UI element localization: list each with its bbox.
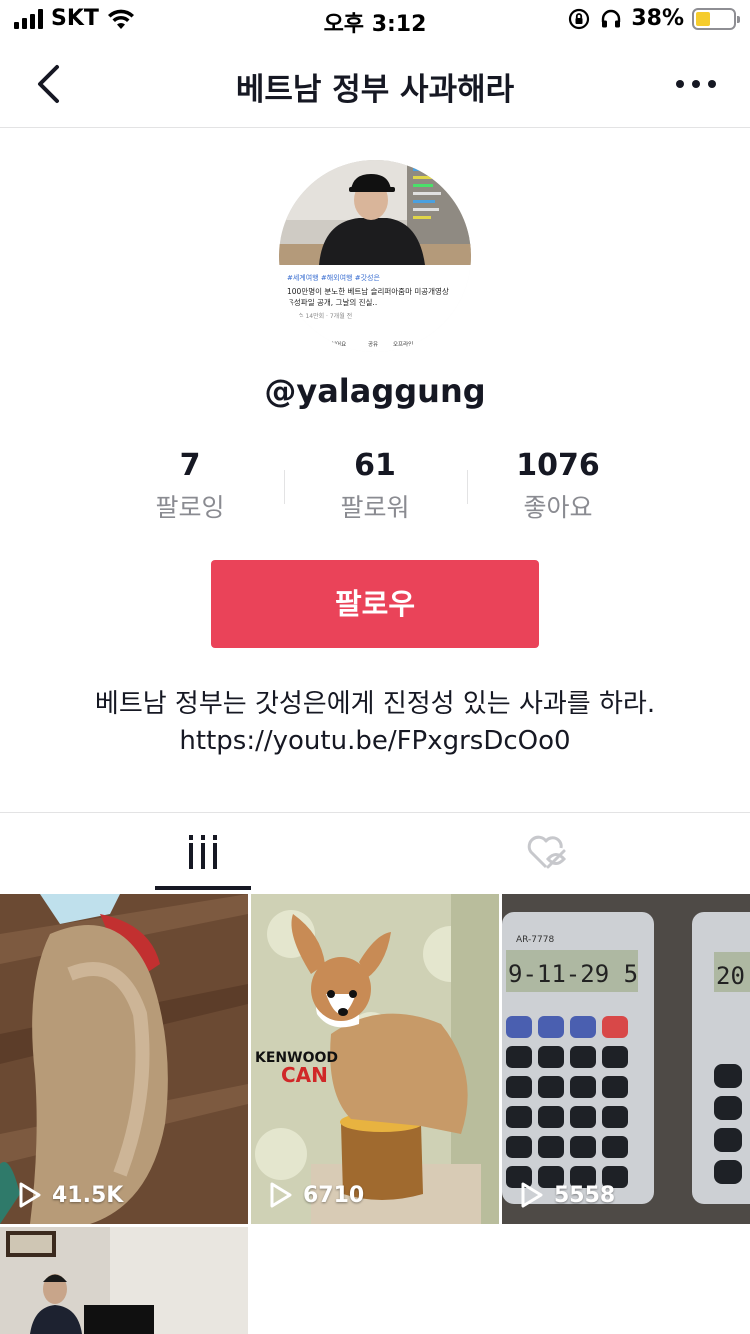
more-dot xyxy=(676,80,684,88)
avatar-action-offline: 오프라인 xyxy=(393,340,413,348)
tab-divider xyxy=(0,812,750,813)
calculator-key xyxy=(506,1076,532,1098)
view-count-label: 6710 xyxy=(303,1182,365,1208)
battery-icon xyxy=(692,7,740,30)
profile-stats: 7 팔로잉 61 팔로워 1076 좋아요 xyxy=(0,446,750,536)
video-thumbnail-image: KENWOOD CAN xyxy=(251,894,499,1224)
battery-percent: 38% xyxy=(631,6,684,31)
video-thumbnail-image xyxy=(0,1227,248,1334)
more-dot xyxy=(692,80,700,88)
video-thumbnail-image xyxy=(0,894,248,1224)
grid-videos-icon xyxy=(189,835,217,869)
video-thumbnail-2[interactable]: KENWOOD CAN 6710 xyxy=(251,894,499,1224)
stat-label: 팔로잉 xyxy=(155,493,225,522)
status-right: 38% xyxy=(567,6,740,31)
tab-videos[interactable] xyxy=(155,813,251,891)
video-thumbnail-3[interactable]: AR-7778 9-11-29 5 20 5558 xyxy=(502,894,750,1224)
avatar-action-dislike: 싫어요 xyxy=(331,340,346,348)
calculator-key xyxy=(570,1016,596,1038)
video-view-count: 5558 xyxy=(520,1182,615,1208)
calculator-key xyxy=(714,1128,742,1152)
calculator-key xyxy=(602,1076,628,1098)
avatar-caption-line2: 음성파일 공개, 그날의 진실.. xyxy=(287,297,377,307)
calculator-key xyxy=(538,1136,564,1158)
calculator-key xyxy=(602,1046,628,1068)
page-title: 베트남 정부 사과해라 xyxy=(235,72,515,108)
tab-liked[interactable] xyxy=(500,813,596,891)
calculator-key xyxy=(538,1046,564,1068)
liked-hidden-icon xyxy=(527,835,567,869)
thumbnail-overlay-text: AR-7778 xyxy=(516,935,554,945)
thumbnail-overlay-text: CAN xyxy=(281,1063,328,1087)
more-button[interactable] xyxy=(668,70,724,98)
calculator-key xyxy=(506,1046,532,1068)
stat-followers[interactable]: 61 팔로워 xyxy=(283,446,467,524)
calculator-key xyxy=(714,1096,742,1120)
calculator-key xyxy=(602,1016,628,1038)
stat-count: 1076 xyxy=(516,448,600,483)
stat-following[interactable]: 7 팔로잉 xyxy=(98,446,282,524)
avatar-image: #세계여행 #해외여행 #갓성은 100만명이 분노한 베트남 슬리퍼아줌마 미… xyxy=(279,160,471,352)
bio-text: 베트남 정부는 갓성은에게 진정성 있는 사과를 하라. xyxy=(94,689,656,719)
video-view-count: 6710 xyxy=(269,1182,364,1208)
orientation-lock-icon xyxy=(569,8,590,29)
avatar[interactable]: #세계여행 #해외여행 #갓성은 100만명이 분노한 베트남 슬리퍼아줌마 미… xyxy=(279,160,471,352)
view-count-label: 5558 xyxy=(554,1182,616,1208)
thumbnail-overlay-text: 9-11-29 5 xyxy=(508,960,638,988)
follow-button[interactable]: 팔로우 xyxy=(211,560,539,648)
battery-cap xyxy=(737,15,740,23)
video-view-count: 41.5K xyxy=(18,1182,123,1208)
play-icon xyxy=(19,1182,41,1208)
status-bar: SKT 오후 3:12 38% xyxy=(0,0,750,40)
video-thumbnail-4[interactable] xyxy=(0,1227,248,1334)
avatar-caption-line1: 100만명이 분노한 베트남 슬리퍼아줌마 미공개영상 xyxy=(287,286,449,296)
nav-bar: 베트남 정부 사과해라 xyxy=(0,40,750,128)
battery-fill xyxy=(696,11,710,26)
avatar-tags: #세계여행 #해외여행 #갓성은 xyxy=(287,273,380,282)
stat-count: 7 xyxy=(179,448,201,483)
calculator-key xyxy=(506,1016,532,1038)
stat-likes: 1076 좋아요 xyxy=(466,446,650,524)
calculator-key xyxy=(714,1160,742,1184)
avatar-action-share: 공유 xyxy=(368,341,378,348)
headphones-icon xyxy=(602,9,621,27)
stat-label: 좋아요 xyxy=(523,493,593,522)
video-thumbnail-image: AR-7778 9-11-29 5 20 xyxy=(502,894,750,1224)
more-dot xyxy=(708,80,716,88)
tab-active-indicator xyxy=(155,886,251,890)
thumbnail-overlay-text: 20 xyxy=(716,962,745,990)
play-icon xyxy=(270,1182,292,1208)
calculator-key xyxy=(714,1064,742,1088)
calculator-key xyxy=(506,1106,532,1128)
calculator-key xyxy=(602,1106,628,1128)
calculator-key xyxy=(570,1076,596,1098)
calculator-key xyxy=(570,1046,596,1068)
calculator-key xyxy=(570,1106,596,1128)
calculator-key xyxy=(538,1076,564,1098)
bio-link[interactable]: https://youtu.be/FPxgrsDcOo0 xyxy=(0,723,750,760)
back-button[interactable] xyxy=(26,60,70,108)
calculator-key xyxy=(538,1106,564,1128)
calculator-key xyxy=(506,1136,532,1158)
calculator-key xyxy=(570,1136,596,1158)
stat-count: 61 xyxy=(354,448,396,483)
stat-label: 팔로워 xyxy=(340,493,410,522)
calculator-key xyxy=(602,1136,628,1158)
calculator-key xyxy=(538,1016,564,1038)
avatar-meta: 조회수 14만회 · 7개월 전 xyxy=(287,312,352,320)
profile-bio: 베트남 정부는 갓성은에게 진정성 있는 사과를 하라. https://you… xyxy=(0,686,750,760)
video-thumbnail-1[interactable]: 41.5K xyxy=(0,894,248,1224)
chevron-left-icon xyxy=(38,65,59,103)
username: @yalaggung xyxy=(264,372,486,410)
view-count-label: 41.5K xyxy=(52,1182,124,1208)
play-icon xyxy=(521,1182,543,1208)
